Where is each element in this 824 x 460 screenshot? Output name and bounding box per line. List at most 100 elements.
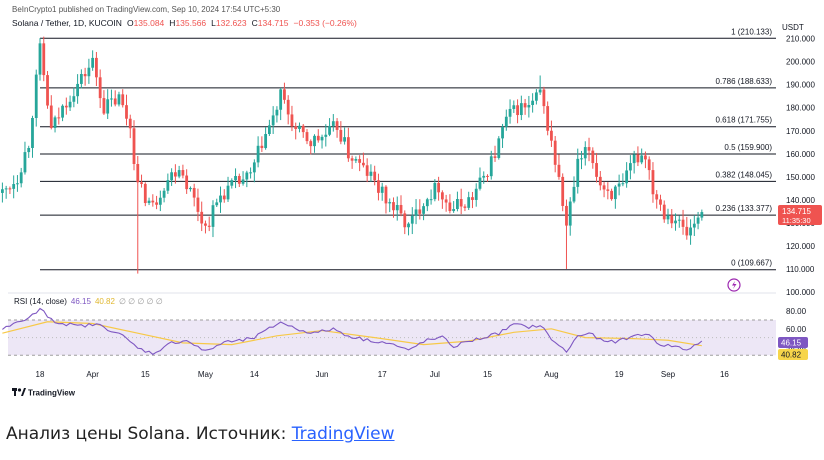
candles [0, 36, 704, 274]
candle [241, 171, 245, 186]
time-tick-label: 15 [141, 370, 150, 379]
candle [444, 194, 448, 212]
candle [313, 134, 316, 153]
candle [158, 190, 162, 212]
candle [666, 208, 670, 225]
time-tick-label: Sep [661, 370, 676, 379]
candle [53, 115, 57, 133]
candle [72, 87, 76, 108]
candle [132, 120, 136, 171]
candle [527, 95, 531, 118]
price-badge-timer: 11:35:30 [782, 216, 811, 225]
candle [87, 58, 91, 84]
candle [64, 97, 68, 115]
candle [365, 158, 369, 183]
candle [546, 101, 550, 136]
svg-text:Solana / Tether, 1D, KUCOINO13: Solana / Tether, 1D, KUCOIN O135.084 H135.… [12, 18, 357, 28]
candle [565, 199, 568, 269]
candle [177, 165, 181, 179]
price-tick-label: 100.000 [786, 288, 815, 297]
price-tick-label: 150.000 [786, 173, 815, 182]
candle [516, 99, 519, 124]
candle [681, 209, 685, 235]
candle [143, 182, 147, 207]
symbol-name: Solana / Tether, 1D, KUCOIN [12, 18, 122, 28]
candle [613, 185, 617, 209]
candle [587, 137, 591, 162]
tradingview-link[interactable]: TradingView [292, 424, 395, 444]
candle [486, 174, 489, 182]
candle [200, 201, 204, 232]
candle [369, 164, 373, 182]
candle [640, 148, 644, 165]
candle [249, 167, 252, 179]
candle [512, 100, 516, 113]
candle [125, 94, 128, 126]
candle [34, 69, 38, 127]
candle [474, 183, 478, 207]
candle [542, 86, 546, 114]
chart-area[interactable]: BeInCrypto1 published on TradingView.com… [0, 0, 824, 408]
candle [237, 173, 241, 188]
candle [230, 178, 234, 189]
candle [621, 173, 625, 187]
fibonacci-levels: 1 (210.133) 0.786 (188.633) 0.618 (171.755… [40, 27, 776, 271]
candle [523, 98, 527, 115]
candle [170, 168, 174, 186]
price-tick-label: 140.000 [786, 196, 815, 205]
candle [358, 155, 362, 172]
fib-level-label: 0.786 (188.633) [716, 77, 773, 86]
candle [83, 67, 87, 86]
candle [689, 219, 692, 245]
candle [38, 38, 42, 81]
candle [173, 164, 177, 184]
candle [403, 210, 407, 235]
currency-label: USDT [782, 23, 804, 32]
price-tick-label: 210.000 [786, 35, 815, 44]
candle [628, 155, 632, 180]
candle [433, 179, 437, 202]
candle [245, 170, 249, 188]
candle [602, 181, 606, 198]
candle [670, 209, 674, 229]
tradingview-logo[interactable]: TradingView [12, 388, 76, 398]
candle [606, 182, 610, 200]
time-tick-label: Aug [544, 370, 558, 379]
candle [192, 183, 196, 207]
candle [553, 136, 557, 173]
candle [328, 118, 331, 137]
candle [207, 216, 211, 232]
candle [452, 201, 456, 213]
candle [463, 204, 467, 212]
candle [519, 95, 523, 121]
candle [459, 188, 463, 215]
candle [0, 182, 4, 203]
candle [437, 176, 441, 201]
candle [12, 175, 16, 199]
rsi-badge-value: 46.15 [781, 339, 802, 348]
fib-level-label: 0.382 (148.045) [716, 170, 773, 179]
candle [414, 199, 418, 225]
candle [557, 154, 561, 180]
candle [362, 152, 365, 168]
candle [76, 74, 80, 104]
tradingview-logo-icon [12, 388, 26, 396]
candle [301, 124, 305, 138]
lightning-icon[interactable] [727, 278, 741, 292]
candle [350, 155, 354, 169]
candle [91, 50, 95, 71]
candle [294, 122, 298, 140]
candle [380, 182, 384, 201]
candle [275, 106, 279, 123]
candle [19, 167, 23, 188]
fib-level-label: 1 (210.133) [731, 27, 772, 36]
candle [181, 164, 185, 179]
candle [467, 191, 471, 210]
candle [497, 136, 501, 160]
candle [538, 75, 542, 95]
time-tick-label: Apr [86, 370, 99, 379]
price-tick-label: 160.000 [786, 150, 815, 159]
candle [121, 89, 125, 108]
candle [531, 93, 535, 113]
candle [8, 186, 12, 195]
